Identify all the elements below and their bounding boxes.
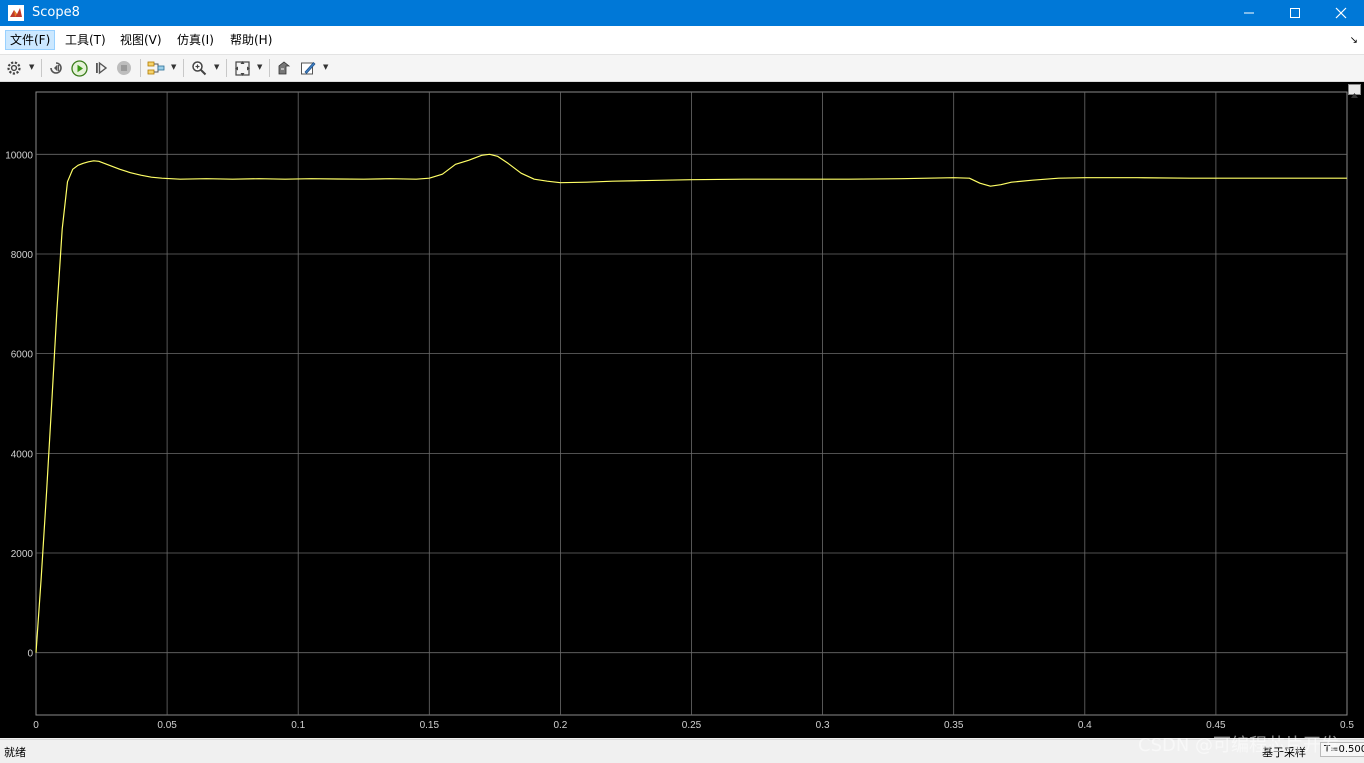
- step-back-icon: [50, 62, 62, 74]
- menu-bar: 文件(F) 工具(T) 视图(V) 仿真(I) 帮助(H) ↘: [0, 26, 1364, 55]
- autoscale-dropdown-icon[interactable]: ▼: [257, 63, 262, 71]
- x-tick-label: 0: [33, 720, 39, 731]
- autoscale-button[interactable]: [232, 58, 252, 78]
- style-edit-icon: [301, 61, 316, 75]
- toolbar-separator: [226, 59, 227, 77]
- y-tick-label: 8000: [11, 250, 34, 261]
- x-tick-label: 0.1: [291, 720, 305, 731]
- step-forward-button[interactable]: [91, 58, 111, 78]
- toolbar-separator: [183, 59, 184, 77]
- window-title: Scope8: [32, 5, 80, 20]
- step-back-button[interactable]: [46, 58, 66, 78]
- y-tick-label: 2000: [11, 549, 34, 560]
- status-ready-text: 就绪: [4, 746, 26, 759]
- close-button[interactable]: [1318, 0, 1364, 26]
- settings-dropdown-icon[interactable]: ▼: [29, 63, 34, 71]
- minimize-button[interactable]: [1226, 0, 1272, 26]
- dock-arrow-icon[interactable]: ↘: [1350, 35, 1358, 46]
- zoom-in-icon: [192, 61, 207, 76]
- menu-view[interactable]: 视图(V): [116, 31, 166, 49]
- title-bar: Scope8: [0, 0, 1364, 26]
- expand-icon: [1351, 93, 1358, 98]
- x-tick-label: 0.3: [816, 720, 830, 731]
- close-icon: [1335, 7, 1347, 19]
- run-button[interactable]: [69, 58, 89, 78]
- matlab-app-icon: [8, 5, 24, 21]
- highlight-block-button[interactable]: [146, 58, 166, 78]
- toolbar-separator: [269, 59, 270, 77]
- expand-axes-button[interactable]: [1348, 84, 1361, 98]
- settings-gear-icon: [7, 61, 21, 75]
- scope-display[interactable]: 0 0.05 0.1 0.15 0.2 0.25 0.3 0.35 0.4 0.45 0.5 0 200…: [0, 82, 1364, 738]
- toolbar-separator: [41, 59, 42, 77]
- scope-plot[interactable]: 0 0.05 0.1 0.15 0.2 0.25 0.3 0.35 0.4 0.45 0.5 0 200…: [0, 82, 1364, 738]
- stop-icon: [117, 61, 131, 75]
- style-button[interactable]: [298, 58, 318, 78]
- toolbar: ▼ ▼ ▼ ▼ ▼: [0, 55, 1364, 82]
- x-tick-label: 0.2: [553, 720, 567, 731]
- x-tick-label: 0.15: [420, 720, 440, 731]
- y-tick-label: 10000: [5, 150, 33, 161]
- x-tick-label: 0.5: [1340, 720, 1354, 731]
- run-icon: [70, 59, 88, 77]
- cursor-measurements-icon: [278, 61, 291, 75]
- x-tick-label: 0.4: [1078, 720, 1092, 731]
- step-forward-icon: [96, 61, 108, 75]
- stop-button[interactable]: [114, 58, 134, 78]
- x-tick-label: 0.45: [1206, 720, 1226, 731]
- autoscale-icon: [234, 60, 250, 76]
- menu-simulation[interactable]: 仿真(I): [173, 31, 218, 49]
- x-tick-label: 0.05: [157, 720, 177, 731]
- maximize-icon: [1290, 8, 1300, 18]
- y-tick-label: 6000: [11, 350, 34, 361]
- minimize-icon: [1244, 12, 1254, 14]
- x-tick-label: 0.35: [944, 720, 964, 731]
- zoom-dropdown-icon[interactable]: ▼: [214, 63, 219, 71]
- settings-button[interactable]: [4, 58, 24, 78]
- cursor-measurements-button[interactable]: [274, 58, 294, 78]
- y-tick-label: 4000: [11, 449, 34, 460]
- menu-help[interactable]: 帮助(H): [226, 31, 276, 49]
- menu-tools[interactable]: 工具(T): [61, 31, 110, 49]
- menu-file[interactable]: 文件(F): [5, 30, 56, 50]
- highlight-simulink-block-icon: [147, 61, 165, 75]
- style-dropdown-icon[interactable]: ▼: [323, 63, 328, 71]
- x-tick-label: 0.25: [682, 720, 702, 731]
- highlight-dropdown-icon[interactable]: ▼: [171, 63, 176, 71]
- y-tick-label: 0: [27, 649, 33, 660]
- zoom-button[interactable]: [189, 58, 209, 78]
- maximize-button[interactable]: [1272, 0, 1318, 26]
- toolbar-separator: [140, 59, 141, 77]
- watermark: CSDN @可编程芯片开发: [1138, 735, 1340, 756]
